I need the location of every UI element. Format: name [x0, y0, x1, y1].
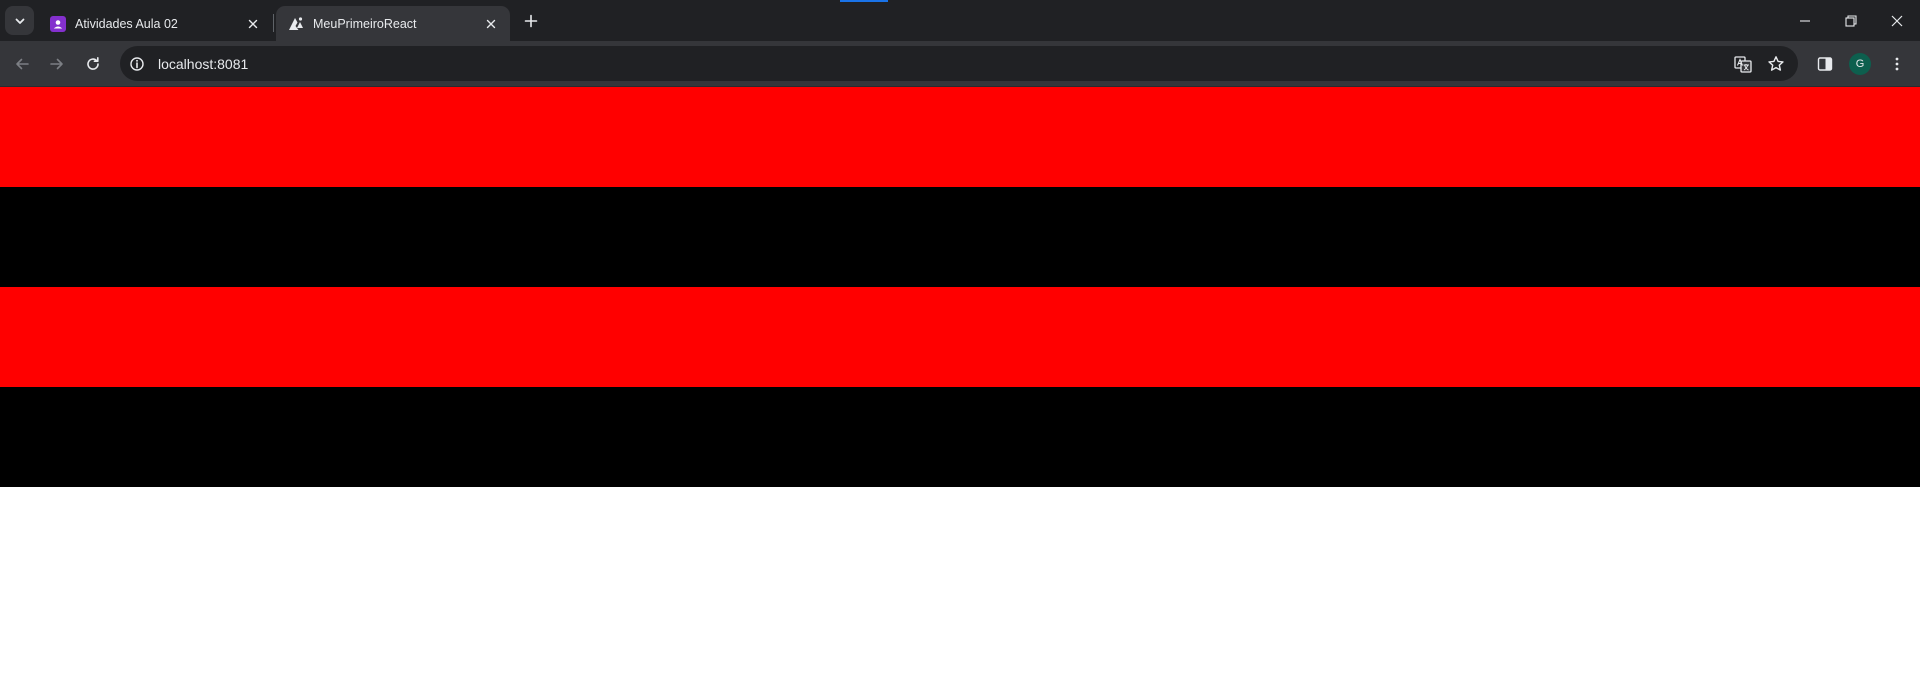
close-window-button[interactable]: [1874, 0, 1920, 41]
site-info-icon[interactable]: [124, 51, 150, 77]
tab-separator: [273, 14, 274, 32]
tab-search-button[interactable]: [5, 6, 34, 35]
bookmark-star-icon[interactable]: [1761, 49, 1791, 79]
minimize-icon: [1800, 19, 1810, 22]
classroom-icon: [50, 15, 66, 32]
menu-button[interactable]: [1882, 49, 1912, 79]
tab-title: MeuPrimeiroReact: [313, 16, 417, 31]
close-icon: [1891, 15, 1903, 26]
minimize-button[interactable]: [1782, 0, 1828, 41]
expo-icon: [288, 16, 304, 32]
close-tab-icon[interactable]: [482, 15, 500, 33]
more-vert-icon: [1895, 57, 1899, 71]
avatar-initial: G: [1855, 58, 1865, 70]
back-button[interactable]: [7, 49, 37, 79]
close-tab-icon[interactable]: [244, 15, 262, 33]
tab-strip: Atividades Aula 02 MeuPrimeiroReact: [0, 0, 1920, 41]
reload-icon: [87, 57, 99, 70]
arrow-right-icon: [50, 58, 63, 70]
stripe-2: [0, 187, 1920, 287]
reload-button[interactable]: [78, 49, 108, 79]
forward-button[interactable]: [42, 49, 72, 79]
new-tab-button[interactable]: [518, 8, 544, 34]
url-text[interactable]: localhost:8081: [158, 56, 248, 72]
stripe-3: [0, 287, 1920, 387]
stripe-1: [0, 87, 1920, 187]
browser-toolbar: localhost:8081 G: [0, 41, 1920, 87]
stripe-4: [0, 387, 1920, 487]
translate-icon[interactable]: [1728, 49, 1758, 79]
profile-avatar[interactable]: G: [1849, 53, 1871, 75]
plus-icon: [524, 14, 538, 28]
arrow-left-icon: [16, 58, 29, 70]
tab-atividades[interactable]: Atividades Aula 02: [38, 6, 272, 41]
restore-button[interactable]: [1828, 0, 1874, 41]
tab-title: Atividades Aula 02: [75, 16, 178, 31]
loading-accent: [840, 0, 888, 2]
address-bar[interactable]: localhost:8081: [120, 46, 1798, 81]
restore-icon: [1845, 14, 1857, 27]
side-panel-icon: [1817, 57, 1833, 71]
page-viewport: [0, 87, 1920, 691]
tab-meuprimeiroreact[interactable]: MeuPrimeiroReact: [276, 6, 510, 41]
chevron-down-icon: [15, 18, 24, 24]
side-panel-button[interactable]: [1810, 49, 1840, 79]
